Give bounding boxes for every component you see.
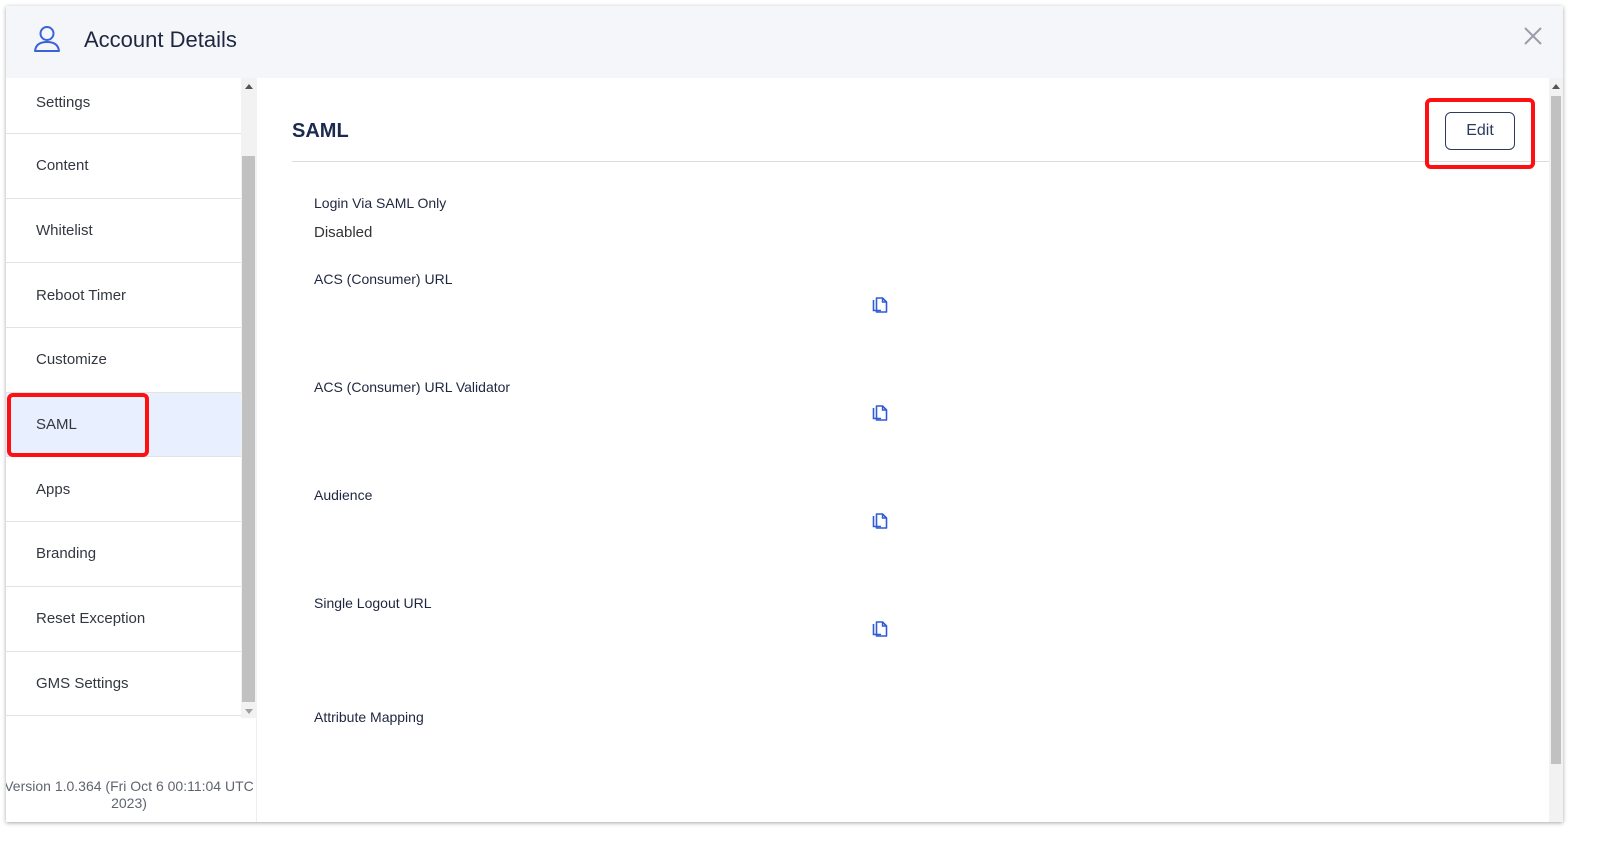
sidebar-item-reset-exception[interactable]: Reset Exception — [6, 586, 241, 652]
copy-icon[interactable] — [872, 513, 888, 529]
sidebar-nav: Settings Content Whitelist Reboot Timer … — [6, 78, 241, 718]
audience-label: Audience — [314, 487, 373, 503]
sidebar-item-label: SAML — [36, 416, 77, 434]
sidebar-item-reboot-timer[interactable]: Reboot Timer — [6, 263, 241, 329]
page-title: Account Details — [84, 27, 237, 52]
scrollbar-thumb[interactable] — [242, 156, 255, 702]
sidebar-item-label: Reboot Timer — [36, 286, 127, 304]
sidebar-scrollbar[interactable] — [241, 78, 257, 718]
acs-url-label: ACS (Consumer) URL — [314, 271, 453, 287]
single-logout-label: Single Logout URL — [314, 595, 432, 611]
divider — [292, 161, 1550, 162]
copy-icon[interactable] — [872, 621, 888, 637]
sidebar-item-content[interactable]: Content — [6, 134, 241, 199]
sidebar-item-whitelist[interactable]: Whitelist — [6, 198, 241, 264]
main-scrollbar[interactable] — [1549, 78, 1563, 822]
sidebar-item-apps[interactable]: Apps — [6, 457, 241, 523]
copy-icon[interactable] — [872, 405, 888, 421]
sidebar-item-settings[interactable]: Settings — [6, 78, 241, 134]
sidebar-item-branding[interactable]: Branding — [6, 522, 241, 587]
edit-button[interactable]: Edit — [1445, 112, 1515, 150]
sidebar-item-label: Settings — [36, 94, 91, 111]
sidebar-item-label: Reset Exception — [36, 610, 146, 628]
copy-icon[interactable] — [872, 297, 888, 313]
scroll-up-icon[interactable] — [245, 84, 253, 89]
header: Account Details — [6, 6, 1563, 78]
sidebar-item-label: Whitelist — [36, 222, 93, 240]
sidebar-item-label: Branding — [36, 545, 97, 563]
close-icon[interactable] — [1521, 24, 1545, 48]
sidebar-item-label: GMS Settings — [36, 674, 129, 692]
login-saml-only-value: Disabled — [314, 224, 373, 241]
sidebar: Settings Content Whitelist Reboot Timer … — [6, 78, 257, 822]
scrollbar-thumb[interactable] — [1551, 96, 1561, 764]
sidebar-item-customize[interactable]: Customize — [6, 328, 241, 393]
account-details-window: Account Details Settings Content Whiteli… — [6, 6, 1563, 822]
sidebar-item-label: Customize — [36, 351, 107, 369]
sidebar-item-saml[interactable]: SAML — [6, 392, 241, 458]
login-saml-only-label: Login Via SAML Only — [314, 195, 447, 211]
saml-panel: SAML Edit Login Via SAML Only Disabled A… — [258, 78, 1550, 822]
acs-validator-label: ACS (Consumer) URL Validator — [314, 379, 511, 395]
section-title: SAML — [292, 120, 349, 142]
user-icon — [34, 26, 60, 52]
sidebar-item-gms-settings[interactable]: GMS Settings — [6, 651, 241, 717]
version-text: Version 1.0.364 (Fri Oct 6 00:11:04 UTC … — [6, 778, 254, 811]
sidebar-item-label: Apps — [36, 480, 71, 498]
scroll-down-icon[interactable] — [245, 709, 253, 714]
scroll-up-icon[interactable] — [1552, 84, 1560, 89]
attribute-mapping-label: Attribute Mapping — [314, 709, 424, 725]
sidebar-item-label: Content — [36, 157, 89, 175]
